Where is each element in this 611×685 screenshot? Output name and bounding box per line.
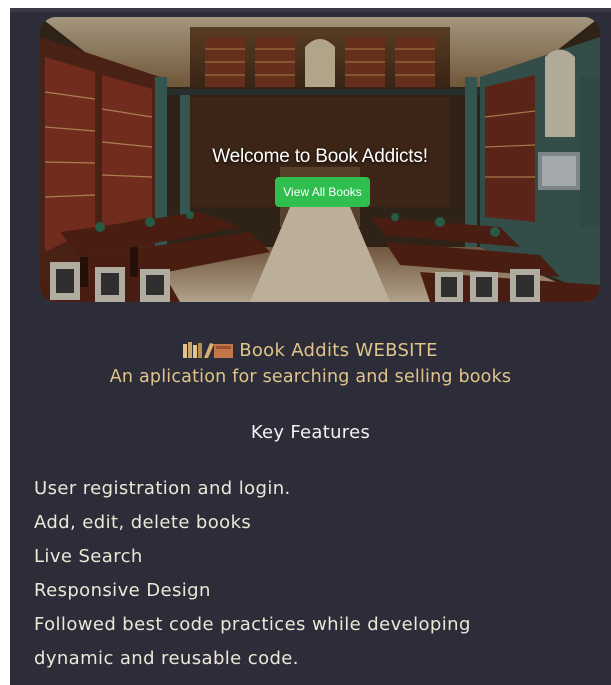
list-item: User registration and login. [34, 478, 291, 499]
info-section: Book Addits WEBSITE An aplication for se… [10, 338, 611, 390]
list-item: Add, edit, delete books [34, 512, 252, 533]
list-item: Followed best code practices while devel… [34, 614, 471, 635]
list-item: Live Search [34, 546, 143, 567]
view-all-books-button[interactable]: View All Books [275, 177, 370, 207]
hero-banner: Welcome to Book Addicts! View All Books [40, 17, 600, 302]
site-subtitle: An aplication for searching and selling … [109, 367, 512, 387]
list-item: dynamic and reusable code. [34, 648, 299, 669]
app-frame: Welcome to Book Addicts! View All Books … [10, 8, 611, 685]
site-title-text: Book Addits WEBSITE [239, 340, 438, 361]
features-list: User registration and login. Add, edit, … [34, 472, 594, 676]
hero-title: Welcome to Book Addicts! [212, 146, 428, 167]
site-title: Book Addits WEBSITE [10, 338, 611, 364]
features-heading: Key Features [250, 422, 371, 443]
list-item: Responsive Design [34, 580, 211, 601]
books-icon [183, 342, 234, 358]
